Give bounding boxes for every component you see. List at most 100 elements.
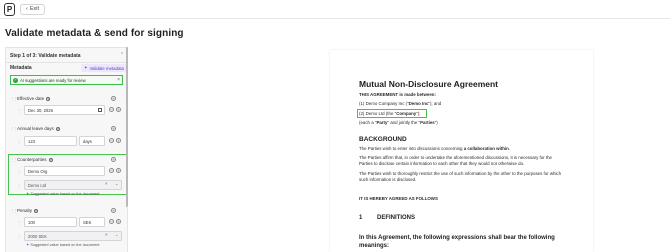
bg1-prefix: The Parties wish to enter into discussio… (359, 146, 464, 151)
validate-metadata-label: Validate metadata (89, 65, 124, 71)
section-title: DEFINITIONS (377, 215, 416, 221)
calendar-icon[interactable] (98, 108, 102, 112)
background-paragraph-1: The Parties wish to enter into discussio… (359, 146, 564, 152)
parties-prefix: (each a " (359, 120, 377, 125)
counterparty-value: Demo Org (28, 168, 48, 174)
remove-circle-icon[interactable]: − (109, 168, 114, 173)
penalty-currency-input[interactable]: SEK (79, 217, 105, 227)
sparkle-icon: ✦ (26, 242, 30, 247)
drag-handle-icon[interactable]: ⋮ (17, 108, 21, 113)
metadata-panel: Step 1 of 3: Validate metadata ⌃ Metadat… (5, 47, 128, 252)
effective-date-label-text: Effective date (17, 96, 45, 101)
add-circle-icon[interactable]: + (116, 219, 121, 224)
party-2-line: (2) Demo Ltd (the "Company"); (359, 111, 564, 117)
effective-date-input[interactable]: Dec 30, 2026 (24, 105, 105, 115)
drag-handle-icon[interactable]: ⋮ (17, 183, 21, 188)
add-circle-icon[interactable]: + (111, 208, 116, 213)
penalty-hint: ✦ Suggested value based on the document (26, 242, 99, 247)
chevron-down-icon[interactable]: ⌄ (115, 232, 118, 237)
help-icon[interactable]: ? (48, 157, 53, 162)
party-2-short-name: Company (396, 111, 417, 116)
penalty-label-text: Penalty (17, 208, 33, 213)
effective-date-value: Dec 30, 2026 (28, 107, 53, 113)
add-circle-icon[interactable]: + (116, 107, 121, 112)
annual-leave-label: Annual leave days ? (17, 126, 60, 131)
background-heading: BACKGROUND (359, 136, 407, 143)
annual-leave-value: 123 (28, 138, 35, 144)
exit-label: Exit (29, 6, 40, 12)
remove-circle-icon[interactable]: − (109, 219, 114, 224)
add-circle-icon[interactable]: + (111, 96, 116, 101)
remove-circle-icon[interactable]: − (109, 107, 114, 112)
effective-date-label: Effective date ? (17, 96, 51, 101)
counterparty-hint: ✦ Suggested value based on the document (26, 191, 99, 196)
clear-icon[interactable]: × (105, 232, 108, 237)
help-icon[interactable]: ? (55, 126, 60, 131)
validate-metadata-button[interactable]: ✦ Validate metadata (81, 64, 127, 72)
counterparty-input[interactable]: Demo Org (24, 166, 105, 176)
party-1-short-name: Demo Inc (408, 101, 429, 106)
intro-text: THIS AGREEMENT is made between: (359, 92, 436, 97)
app-logo: P (4, 3, 15, 16)
page-title: Validate metadata & send for signing (5, 28, 184, 39)
agreed-text: IT IS HEREBY AGREED AS FOLLOWS (359, 196, 438, 201)
drag-handle-icon[interactable]: ⋮⋮ (10, 126, 18, 131)
party-1-suffix: "); and (428, 101, 442, 106)
background-paragraph-2: The Parties affirm that, in order to und… (359, 155, 552, 167)
document-preview: Mutual Non-Disclosure Agreement THIS AGR… (330, 50, 593, 252)
drag-handle-icon[interactable]: ⋮⋮ (10, 157, 18, 162)
section-number: 1 (359, 215, 363, 221)
parties-suffix: ") (434, 120, 438, 125)
party-2-prefix: (2) Demo Ltd (the " (359, 111, 397, 116)
divider (6, 62, 127, 63)
annual-leave-input[interactable]: 123 (24, 136, 77, 146)
help-icon[interactable]: ? (34, 208, 39, 213)
help-icon[interactable]: ? (46, 96, 51, 101)
drag-handle-icon[interactable]: ⋮ (17, 139, 21, 144)
penalty-hint-text: Suggested value based on the document (30, 242, 100, 247)
penalty-amount-input[interactable]: 100 (24, 217, 77, 227)
remove-circle-icon[interactable]: − (109, 138, 114, 143)
check-circle-icon: ✓ (13, 77, 18, 83)
drag-handle-icon[interactable]: ⋮ (17, 234, 21, 239)
chevron-down-icon[interactable]: ⌄ (115, 181, 118, 186)
add-circle-icon[interactable]: + (116, 138, 121, 143)
add-circle-icon[interactable]: + (111, 157, 116, 162)
background-paragraph-3: The Parties wish to thoroughly restrict … (359, 171, 562, 183)
drag-handle-icon[interactable]: ⋮ (17, 169, 21, 174)
party-2-suffix: "); (416, 111, 421, 116)
parties-definition-line: (each a "Party" and jointly the "Parties… (359, 120, 564, 126)
drag-handle-icon[interactable]: ⋮ (17, 220, 21, 225)
annual-leave-unit-text: days (83, 138, 92, 144)
collapse-chevron-icon[interactable]: ⌃ (120, 52, 124, 58)
counterparties-label-text: Counterparties (17, 157, 47, 162)
panel-scrollbar[interactable] (126, 47, 128, 207)
add-circle-icon[interactable]: + (116, 168, 121, 173)
definitions-intro: In this Agreement, the following express… (359, 235, 555, 249)
penalty-label: Penalty ? (17, 208, 39, 213)
ai-suggestions-alert: ✓ AI suggestions are ready for review × (10, 75, 123, 85)
party-term: Party (376, 120, 388, 125)
annual-leave-label-text: Annual leave days (17, 126, 54, 131)
penalty-currency-value: SEK (83, 219, 92, 225)
bg1-suffix: . (508, 146, 511, 151)
penalty-suggestion-value: 2000 SEK (28, 233, 47, 239)
alert-text: AI suggestions are ready for review (20, 77, 86, 83)
drag-handle-icon[interactable]: ⋮⋮ (10, 208, 18, 213)
counterparty-suggestion-value: Demo Ltd (28, 182, 47, 188)
sparkle-icon: ✦ (84, 65, 88, 70)
exit-button[interactable]: ‹ Exit (20, 4, 46, 15)
sparkle-icon: ✦ (26, 191, 30, 196)
drag-handle-icon[interactable]: ⋮⋮ (10, 96, 18, 101)
bg1-bold: a collaboration within (463, 146, 509, 151)
annual-leave-unit[interactable]: days (79, 136, 105, 146)
document-title: Mutual Non-Disclosure Agreement (359, 79, 499, 89)
party-1-prefix: (1) Demo Company Inc (" (359, 101, 409, 106)
close-icon[interactable]: × (117, 77, 120, 83)
penalty-amount-value: 100 (28, 219, 35, 225)
step-title: Step 1 of 3: Validate metadata (10, 53, 81, 59)
add-circle-icon[interactable]: + (111, 126, 116, 131)
agreed-heading: IT IS HEREBY AGREED AS FOLLOWS (359, 196, 564, 202)
document-intro: THIS AGREEMENT is made between: (359, 92, 564, 98)
clear-icon[interactable]: × (105, 181, 108, 186)
